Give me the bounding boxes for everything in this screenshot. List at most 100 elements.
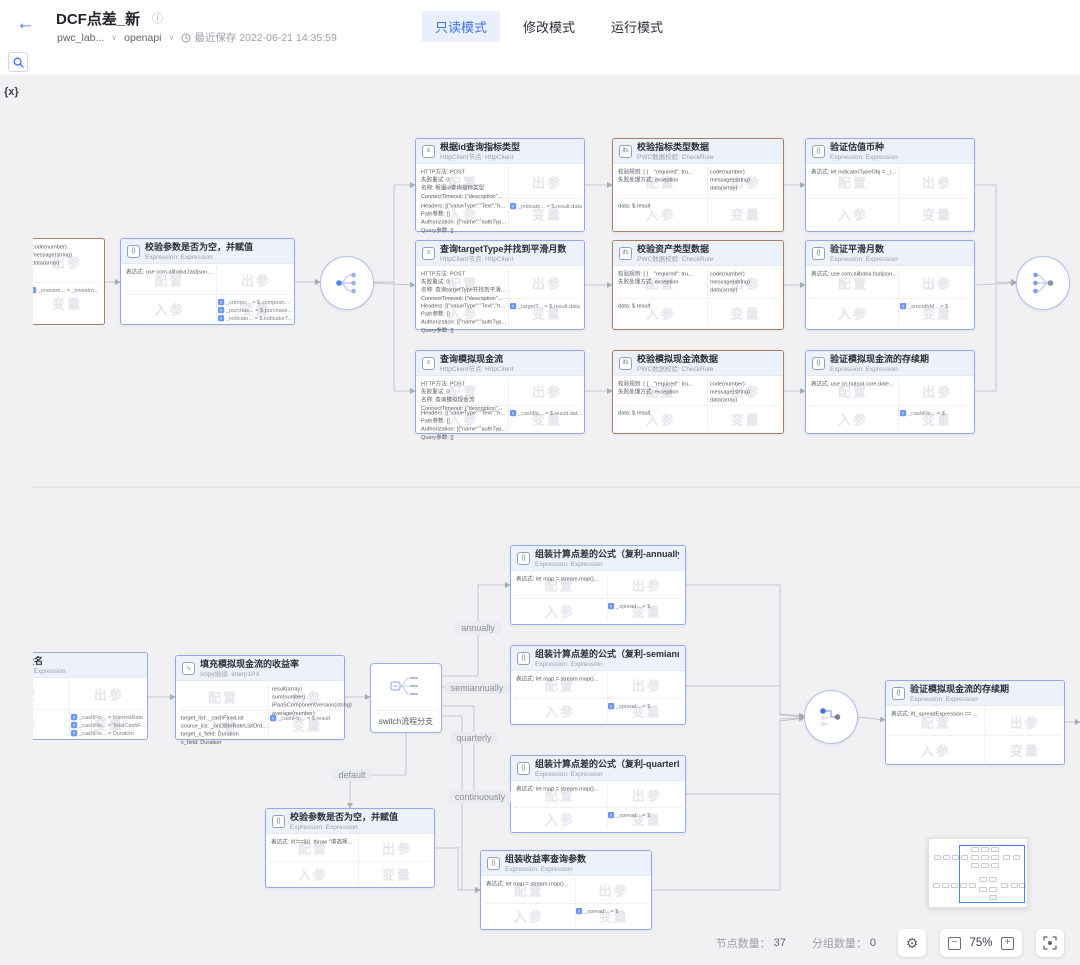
output-badges: x_indicato... = $.result.data xyxy=(510,203,582,209)
node-config-text: 表达式: use com.alibaba.fastjson... xyxy=(811,270,897,278)
output-badges: x_cashFlo... = $ xyxy=(900,410,945,416)
node-subtitle: Expression: Expression xyxy=(535,560,639,566)
node-count-label: 节点数量： xyxy=(716,935,771,951)
flow-node-expr-duration-bottom[interactable]: {}验证模拟现金流的存续期Expression: Expression配置出参入… xyxy=(885,680,1065,765)
flow-node-expr-formula-semiannually[interactable]: {}组装计算点差的公式（复利-semiannually）Expression: … xyxy=(510,645,686,725)
fit-view-button[interactable] xyxy=(1036,929,1064,957)
quadrant-watermark: 变量 xyxy=(52,293,82,312)
tab-edit-mode[interactable]: 修改模式 xyxy=(510,11,588,42)
edge-label: annually xyxy=(455,622,501,634)
node-subtitle: Expression: Expression xyxy=(910,695,981,701)
output-badge: x_smoothM... = $ xyxy=(900,303,948,309)
badge-text: _spread... = $ xyxy=(616,603,650,609)
split-node[interactable] xyxy=(320,256,374,310)
node-header: {}组装收益率查询参数Expression: Expression xyxy=(481,851,651,876)
node-heading: 根据id查询指标类型HttpClient节点: HttpClient xyxy=(440,142,542,161)
switch-branch-node[interactable]: switch流程分支 xyxy=(370,663,442,733)
flow-node-expr-setfield-clip[interactable]: {}设置字段名Expression: Expression配置出参入参变量Rat… xyxy=(33,652,148,740)
quadrant-watermark: 变量 xyxy=(731,409,761,428)
output-badge: x_cashFlo... = $.result xyxy=(270,715,330,721)
flow-node-http-indicator[interactable]: ≡根据id查询指标类型HttpClient节点: HttpClient配置出参入… xyxy=(415,138,585,232)
env-select[interactable]: openapi xyxy=(124,32,161,44)
flow-node-check-clip[interactable]: 配置出参入参变量code(number) message(string) dat… xyxy=(33,238,105,325)
search-button[interactable] xyxy=(8,52,28,72)
quadrant-watermark: 出参 xyxy=(94,685,124,704)
tab-run-mode[interactable]: 运行模式 xyxy=(598,11,676,42)
node-config-text: data: $.result xyxy=(618,302,650,310)
node-header: {}设置字段名Expression: Expression xyxy=(33,653,147,678)
flow-node-expr-check-params-bottom[interactable]: {}校验参数是否为空，并赋值Expression: Expression配置出参… xyxy=(265,808,435,888)
node-heading: 校验参数是否为空，并赋值Expression: Expression xyxy=(145,242,253,261)
var-icon: x xyxy=(71,714,77,720)
flow-node-check-indicator[interactable]: ifs校验指标类型数据PWC数据校验: CheckRule配置出参入参变量校验规… xyxy=(612,138,784,232)
node-header: {}校验参数是否为空，并赋值Expression: Expression xyxy=(121,239,294,264)
node-config-text: HTTP方法: POST 失败重试: 0 名称: 查询模拟现金流 Connect… xyxy=(421,380,502,412)
node-title: 校验指标类型数据 xyxy=(637,142,743,153)
zoom-out-button[interactable]: − xyxy=(948,937,961,950)
node-config-text: Headers: [{"valueType":"Text","h... Path… xyxy=(421,202,506,234)
back-button[interactable]: ← xyxy=(16,14,35,33)
flow-node-expr-smooth-months[interactable]: {}验证平滑月数Expression: Expression配置出参入参变量表达… xyxy=(805,240,975,330)
flow-node-expr-formula-annually[interactable]: {}组装计算点差的公式（复利-annually）Expression: Expr… xyxy=(510,545,686,625)
output-badges: x_targetT... = $.result.data xyxy=(510,303,580,309)
flow-node-expr-formula-quarterly[interactable]: {}组装计算点差的公式（复利-quarterly）Expression: Exp… xyxy=(510,755,686,833)
flow-node-expr-check-params[interactable]: {}校验参数是否为空，并赋值Expression: Expression配置出参… xyxy=(120,238,295,325)
node-subtitle: Expression: Expression xyxy=(535,660,639,666)
quadrant-watermark: 出参 xyxy=(241,271,271,290)
quadrant-watermark: 入参 xyxy=(33,714,37,733)
node-body: 配置出参入参变量表达式: let map = stream.map()...x_… xyxy=(511,671,685,724)
output-badges: x_spread... = $ xyxy=(608,603,650,609)
quadrant-watermark: 出参 xyxy=(632,785,662,804)
flow-node-http-cashflow[interactable]: ≡查询模拟现金流HttpClient节点: HttpClient配置出参入参变量… xyxy=(415,350,585,434)
output-badge: x_cashFlo... = InterestRate xyxy=(71,714,145,720)
node-subtitle: Expression: Expression xyxy=(830,255,898,261)
last-saved: 最近保存 2022-06-21 14:35:59 xyxy=(181,30,336,45)
flow-node-expr-duration-top[interactable]: {}验证模拟现金流的存续期Expression: Expression配置出参入… xyxy=(805,350,975,434)
expression-toolbox-icon[interactable]: {x} xyxy=(4,86,19,98)
flow-node-http-targettype[interactable]: ≡查询targetType并找到平滑月数HttpClient节点: HttpCl… xyxy=(415,240,585,330)
flow-node-check-cashflow[interactable]: ifs校验模拟现金流数据PWC数据校验: CheckRule配置出参入参变量校验… xyxy=(612,350,784,434)
var-icon: x xyxy=(218,299,224,305)
settings-button[interactable]: ⚙ xyxy=(898,929,926,957)
node-body: 配置出参入参变量校验规则: [ { "required": tru... 失败处… xyxy=(613,266,783,329)
node-subtitle: HttpClient节点: HttpClient xyxy=(440,255,531,261)
output-badge: x_targetT... = $.result.data xyxy=(510,303,580,309)
node-output-schema: code(number) message(string) data(array) xyxy=(33,243,72,267)
var-icon: x xyxy=(218,307,224,313)
output-badge: x_spread... = $ xyxy=(608,603,650,609)
check-node-icon: ifs xyxy=(619,145,632,158)
node-heading: 填充模拟现金流的收益率scipy插值: interp1PX xyxy=(200,659,299,678)
minimap-viewport[interactable] xyxy=(959,845,1025,903)
project-select[interactable]: pwc_lab... xyxy=(57,32,104,44)
quadrant-divider xyxy=(890,735,1060,736)
var-icon: x xyxy=(510,303,516,309)
route-node[interactable] xyxy=(804,690,858,744)
script-node-icon: ∿ xyxy=(182,662,195,675)
var-icon: x xyxy=(33,287,36,293)
minimap-node xyxy=(952,855,959,860)
node-heading: 查询targetType并找到平滑月数HttpClient节点: HttpCli… xyxy=(440,244,566,263)
output-badge: x_compo... = $.compoun... xyxy=(218,299,293,305)
node-subtitle: HttpClient节点: HttpClient xyxy=(440,153,513,159)
var-icon: x xyxy=(218,315,224,321)
flow-canvas[interactable]: 配置出参入参变量code(number) message(string) dat… xyxy=(0,75,1080,965)
tab-readonly-mode[interactable]: 只读模式 xyxy=(422,11,500,42)
node-title: 校验参数是否为空，并赋值 xyxy=(145,242,253,253)
badge-text: _compo... = $.compoun... xyxy=(226,299,289,305)
flow-node-script-interp[interactable]: ∿填充模拟现金流的收益率scipy插值: interp1PX配置出参入参变量ta… xyxy=(175,655,345,740)
clock-icon xyxy=(181,33,191,43)
zoom-in-button[interactable]: + xyxy=(1001,937,1014,950)
flow-node-expr-yield-query[interactable]: {}组装收益率查询参数Expression: Expression配置出参入参变… xyxy=(480,850,652,930)
fit-view-icon xyxy=(1043,936,1057,950)
node-heading: 验证估值币种Expression: Expression xyxy=(830,142,924,161)
expr-node-icon: {} xyxy=(812,145,825,158)
merge-node[interactable] xyxy=(1016,256,1070,310)
flow-node-expr-valuation-currency[interactable]: {}验证估值币种Expression: Expression配置出参入参变量表达… xyxy=(805,138,975,232)
flow-node-check-asset[interactable]: ifs校验资产类型数据PWC数据校验: CheckRule配置出参入参变量校验规… xyxy=(612,240,784,330)
quadrant-watermark: 变量 xyxy=(1010,740,1040,759)
check-node-icon: ifs xyxy=(619,357,632,370)
quadrant-watermark: 出参 xyxy=(1010,712,1040,731)
minimap[interactable] xyxy=(928,838,1028,908)
node-subtitle: PWC数据校验: CheckRule xyxy=(637,153,713,159)
info-icon[interactable]: ⓘ xyxy=(152,10,163,26)
